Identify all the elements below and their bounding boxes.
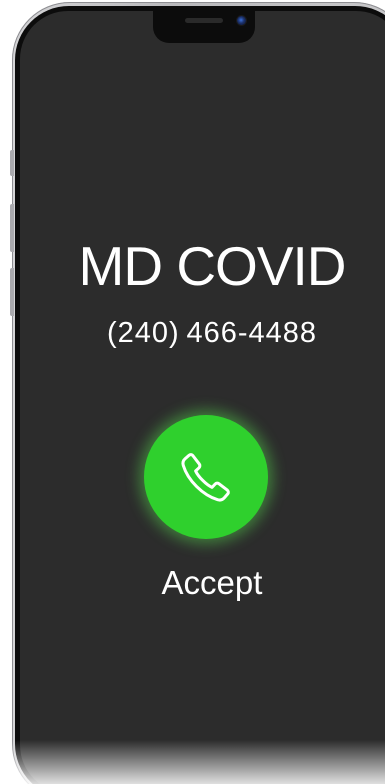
silent-switch xyxy=(10,150,14,176)
accept-call-button[interactable] xyxy=(144,415,268,539)
phone-mockup: MD COVID (240) 466-4488 Accept xyxy=(0,0,385,784)
incoming-call-screen: MD COVID (240) 466-4488 Accept xyxy=(20,11,385,784)
notch xyxy=(153,11,255,43)
phone-handset-icon xyxy=(181,453,230,502)
front-camera-icon xyxy=(237,16,246,25)
speaker-grille-icon xyxy=(185,18,223,23)
caller-name: MD COVID xyxy=(78,235,347,297)
volume-up-button xyxy=(10,204,14,252)
volume-down-button xyxy=(10,268,14,316)
accept-label: Accept xyxy=(161,564,263,601)
caller-number: (240) 466-4488 xyxy=(106,317,318,349)
